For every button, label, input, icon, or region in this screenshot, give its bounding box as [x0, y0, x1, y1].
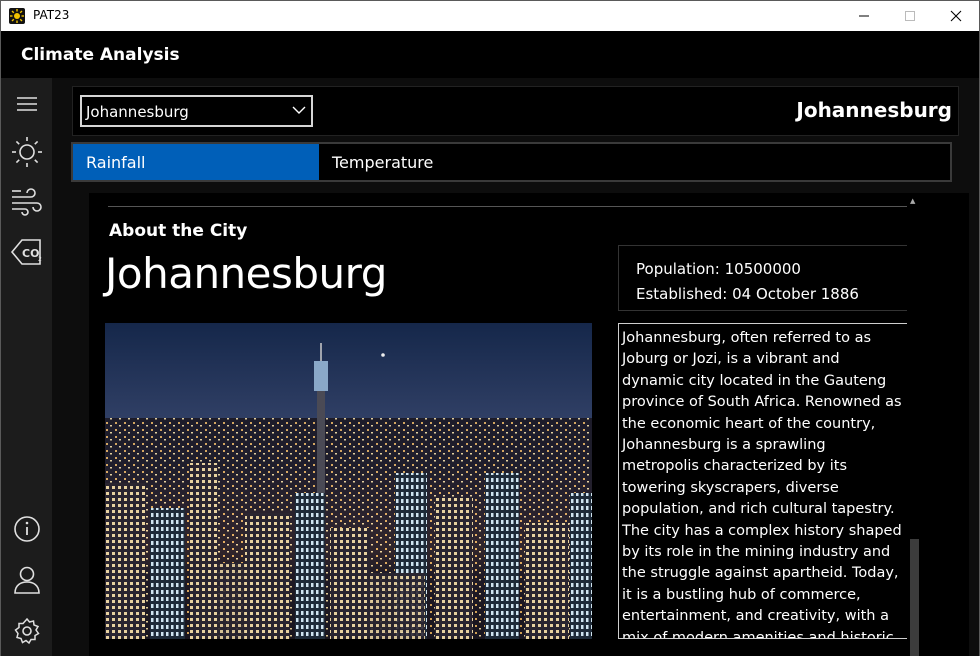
co2-icon[interactable]: CO 2	[9, 234, 45, 270]
user-icon[interactable]	[9, 562, 45, 598]
page-scrollbar-thumb[interactable]	[910, 539, 919, 656]
close-icon	[950, 10, 962, 22]
tab-rainfall[interactable]: Rainfall	[73, 144, 319, 180]
svg-text:CO: CO	[22, 247, 39, 260]
section-title: About the City	[109, 221, 248, 241]
tab-bar: Rainfall Temperature	[71, 142, 952, 182]
main-content: Johannesburg Johannesburg Rainfall Tempe…	[52, 78, 979, 656]
sun-icon[interactable]	[9, 134, 45, 170]
city-description[interactable]: Johannesburg, often referred to as Jobur…	[618, 323, 920, 639]
maximize-icon	[905, 11, 915, 21]
divider	[108, 206, 919, 207]
city-select[interactable]: Johannesburg	[80, 95, 313, 127]
app-title: Climate Analysis	[21, 45, 180, 65]
app-window: PAT23 Climate Analysis CO 2 Johannesburg…	[0, 0, 980, 656]
chevron-down-icon	[292, 106, 306, 114]
wind-icon[interactable]	[9, 184, 45, 220]
page-scroll-up-icon[interactable]: ▲	[910, 197, 915, 205]
close-button[interactable]	[933, 1, 979, 31]
nav-rail: CO 2	[1, 78, 52, 656]
settings-icon[interactable]	[9, 613, 45, 649]
city-select-value: Johannesburg	[86, 103, 189, 121]
app-header: Climate Analysis	[1, 31, 979, 78]
city-heading: Johannesburg	[796, 98, 952, 122]
info-icon[interactable]	[9, 511, 45, 547]
svg-text:2: 2	[38, 256, 42, 263]
minimize-button[interactable]	[841, 1, 887, 31]
maximize-button[interactable]	[887, 1, 933, 31]
city-stats: Population: 10500000 Established: 04 Oct…	[618, 245, 920, 311]
established-text: Established: 04 October 1886	[636, 285, 859, 303]
description-text: Johannesburg, often referred to as Jobur…	[622, 330, 902, 639]
title-bar: PAT23	[1, 1, 979, 31]
menu-icon[interactable]	[9, 86, 45, 122]
page-scrollbar[interactable]: ▲	[907, 193, 921, 656]
minimize-icon	[859, 15, 869, 17]
population-text: Population: 10500000	[636, 260, 801, 278]
city-toolbar: Johannesburg Johannesburg	[72, 86, 959, 136]
tab-temperature[interactable]: Temperature	[319, 144, 950, 180]
city-name: Johannesburg	[105, 249, 387, 298]
app-logo-icon	[9, 8, 25, 24]
city-photo	[105, 323, 592, 639]
window-title: PAT23	[33, 8, 70, 22]
about-panel: About the City Johannesburg Population: …	[89, 193, 969, 656]
